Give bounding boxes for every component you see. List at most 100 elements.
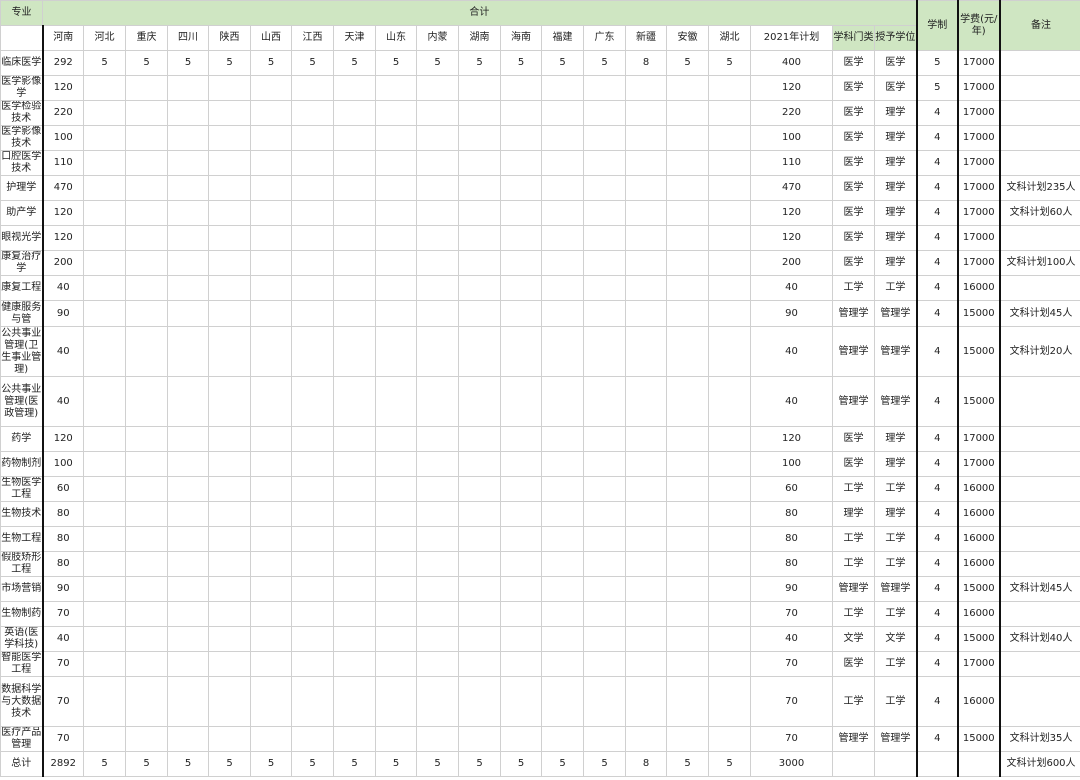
province-value: 40 [41, 275, 84, 301]
degree-value: 管理学 [873, 726, 918, 752]
province-value [500, 476, 542, 502]
province-value [416, 275, 459, 301]
province-value [416, 726, 459, 752]
plan-value: 40 [750, 275, 833, 301]
province-value [541, 300, 584, 327]
province-value [167, 200, 209, 226]
category-value: 工学 [832, 476, 875, 502]
province-header: 陕西 [208, 25, 251, 51]
province-value [250, 200, 292, 226]
province-value [625, 626, 667, 652]
province-value [416, 326, 459, 377]
major-subheader-blank [0, 25, 43, 51]
plan-value: 40 [750, 376, 833, 427]
category-value: 医学 [832, 200, 875, 226]
fee-value: 16000 [956, 526, 1001, 552]
province-value: 5 [541, 751, 584, 777]
province-value [250, 225, 292, 251]
province-value [83, 150, 126, 176]
province-value [500, 200, 542, 226]
province-value [416, 125, 459, 151]
province-value [416, 250, 459, 276]
major-name: 护理学 [0, 175, 43, 201]
province-value [541, 426, 584, 452]
province-value [167, 476, 209, 502]
province-value [541, 250, 584, 276]
major-name: 健康服务与管 [0, 300, 43, 327]
major-name: 助产学 [0, 200, 43, 226]
years-value: 4 [915, 626, 959, 652]
years-value: 4 [915, 601, 959, 627]
province-value [375, 150, 417, 176]
province-value [500, 250, 542, 276]
province-value [416, 150, 459, 176]
major-name: 公共事业管理(医政管理) [0, 376, 43, 427]
province-value [708, 150, 751, 176]
remark-value [998, 426, 1080, 452]
province-value [83, 551, 126, 577]
province-value [708, 601, 751, 627]
degree-value: 工学 [873, 476, 918, 502]
degree-value: 医学 [873, 50, 918, 76]
province-value: 8 [625, 751, 667, 777]
years-value: 4 [915, 175, 959, 201]
province-value [167, 726, 209, 752]
province-value [125, 376, 168, 427]
province-value [500, 225, 542, 251]
province-value [375, 676, 417, 727]
province-value [500, 300, 542, 327]
province-value [541, 150, 584, 176]
province-value [666, 451, 709, 477]
province-value [541, 376, 584, 427]
province-value [333, 75, 376, 101]
category-value: 医学 [832, 451, 875, 477]
province-value [583, 426, 626, 452]
province-value [125, 551, 168, 577]
province-value [375, 250, 417, 276]
years-value: 4 [915, 225, 959, 251]
category-value: 医学 [832, 150, 875, 176]
province-header: 内蒙 [416, 25, 459, 51]
province-value [583, 376, 626, 427]
province-value [541, 175, 584, 201]
province-value [250, 501, 292, 527]
province-value [83, 100, 126, 126]
province-value [458, 250, 501, 276]
fee-value: 15000 [956, 626, 1001, 652]
province-value [500, 626, 542, 652]
major-name: 市场营销 [0, 576, 43, 602]
remark-value [998, 451, 1080, 477]
plan-value: 100 [750, 125, 833, 151]
province-value [708, 175, 751, 201]
province-value: 120 [41, 75, 84, 101]
province-value: 5 [250, 50, 292, 76]
province-value: 5 [666, 50, 709, 76]
province-value [500, 75, 542, 101]
province-value: 5 [333, 50, 376, 76]
years-value: 4 [915, 300, 959, 327]
province-value [208, 426, 251, 452]
province-value [541, 726, 584, 752]
fee-value: 15000 [956, 376, 1001, 427]
province-value [250, 601, 292, 627]
province-value [500, 426, 542, 452]
province-value [208, 451, 251, 477]
category-value: 工学 [832, 601, 875, 627]
major-name: 生物医学工程 [0, 476, 43, 502]
province-value: 5 [583, 50, 626, 76]
province-value [500, 125, 542, 151]
province-header: 江西 [291, 25, 334, 51]
province-header: 山东 [375, 25, 417, 51]
province-value [125, 451, 168, 477]
province-value [125, 150, 168, 176]
fee-value: 17000 [956, 200, 1001, 226]
province-value [83, 376, 126, 427]
category-value: 管理学 [832, 326, 875, 377]
province-value [333, 200, 376, 226]
degree-value: 管理学 [873, 300, 918, 327]
major-name: 数据科学与大数据技术 [0, 676, 43, 727]
province-value: 5 [416, 751, 459, 777]
province-value [625, 726, 667, 752]
province-value: 200 [41, 250, 84, 276]
province-value [83, 175, 126, 201]
